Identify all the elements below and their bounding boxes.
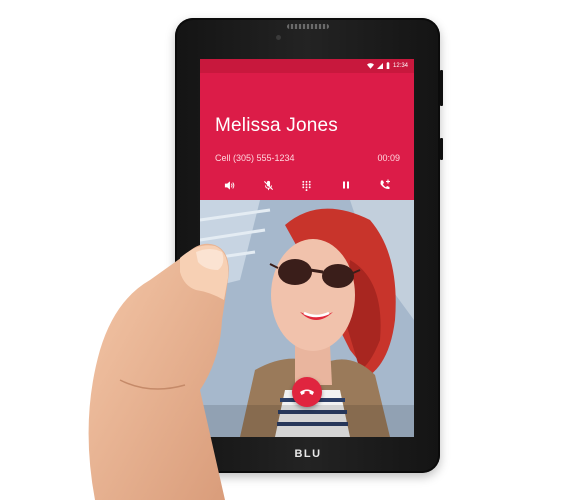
call-timer: 00:09 xyxy=(377,153,400,163)
power-button[interactable] xyxy=(440,70,443,106)
battery-icon xyxy=(386,62,390,69)
speaker-button[interactable] xyxy=(219,175,239,195)
volume-button[interactable] xyxy=(440,138,443,160)
add-call-icon xyxy=(380,179,390,190)
call-controls xyxy=(200,170,414,200)
mute-button[interactable] xyxy=(258,175,278,195)
signal-icon xyxy=(376,62,383,69)
caller-number: Cell (305) 555-1234 xyxy=(215,153,295,163)
earpiece-speaker xyxy=(287,24,329,29)
call-header: Melissa Jones Cell (305) 555-1234 00:09 xyxy=(200,73,414,170)
status-bar: 12:34 xyxy=(200,59,414,73)
end-call-button[interactable] xyxy=(292,377,322,407)
dialpad-icon xyxy=(302,180,312,191)
caller-name: Melissa Jones xyxy=(215,115,338,136)
brand-logo: BLU xyxy=(294,448,322,460)
end-call-icon xyxy=(300,389,314,395)
hold-button[interactable] xyxy=(336,175,356,195)
dialpad-button[interactable] xyxy=(297,175,317,195)
wifi-icon xyxy=(366,62,374,69)
front-camera xyxy=(276,35,281,40)
pause-icon xyxy=(342,181,349,189)
status-time: 12:34 xyxy=(392,62,408,69)
phone-screen: 12:34 Melissa Jones Cell (305) 555-1234 … xyxy=(200,59,414,437)
speaker-icon xyxy=(224,180,235,190)
add-call-button[interactable] xyxy=(375,175,395,195)
mic-off-icon xyxy=(263,180,273,190)
